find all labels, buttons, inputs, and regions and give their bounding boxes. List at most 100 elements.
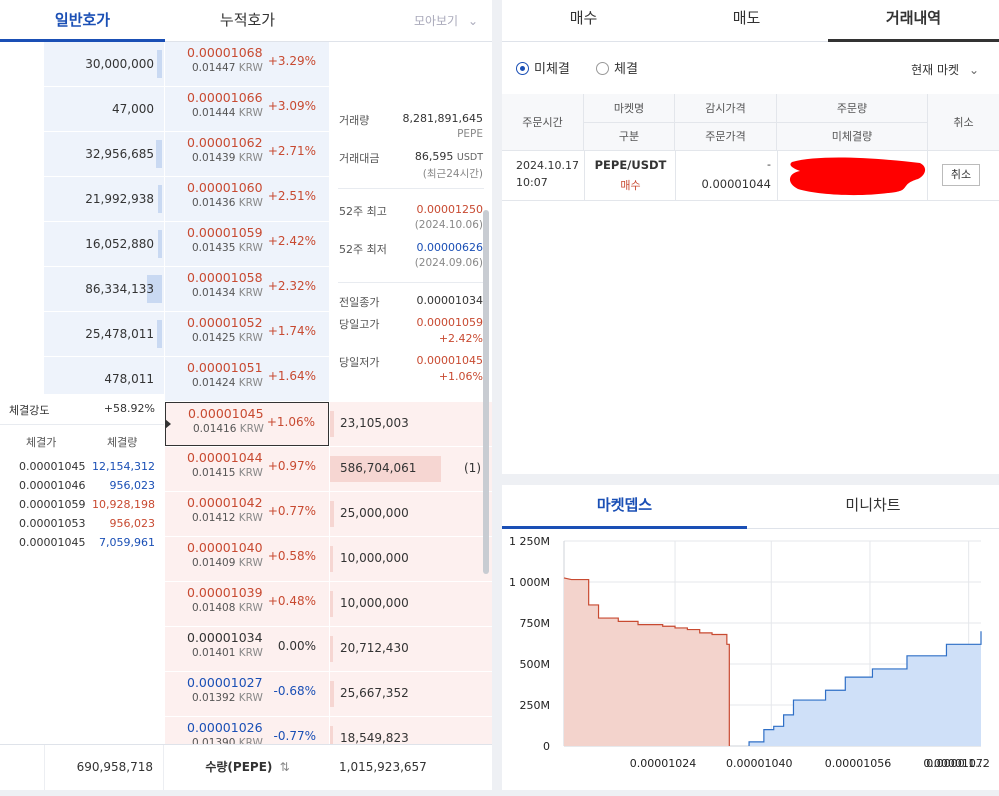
ask-volume-bar xyxy=(157,320,162,348)
bid-volume: 25,000,000 xyxy=(340,506,409,520)
orderbook-scrollbar[interactable] xyxy=(483,210,489,574)
gather-view-dropdown[interactable]: 모아보기 ⌄ xyxy=(414,12,478,29)
qty-label: 수량(PEPE) xyxy=(205,760,273,774)
amount-note: (최근24시간) xyxy=(422,168,483,180)
bid-total: 1,015,923,657 xyxy=(339,760,427,774)
order-price: 0.00001044 xyxy=(701,177,771,191)
ask-volume-cell: 25,478,011 xyxy=(44,312,164,356)
orderbook-footer: 690,958,718 수량(PEPE) ⇅ 1,015,923,657 xyxy=(0,744,492,790)
y-tick-label: 1 250M xyxy=(509,535,550,548)
bid-price: 0.00001040 xyxy=(187,540,263,555)
market-depth-chart: 1 250M 1 000M 750M 500M 250M 0 0.00001024 0.000… xyxy=(509,535,990,770)
volume-value: 8,281,891,645 xyxy=(402,112,483,125)
krw-unit: KRW xyxy=(238,737,263,744)
bid-price: 0.00001034 xyxy=(187,630,263,645)
ask-price-cell[interactable]: 0.00001060 0.01436 KRW +2.51% xyxy=(165,177,329,221)
bid-price-cell[interactable]: 0.00001034 0.01401 KRW 0.00% xyxy=(165,627,329,671)
bid-volume-bar xyxy=(330,591,333,617)
bid-price-cell[interactable]: 0.00001042 0.01412 KRW +0.77% xyxy=(165,492,329,536)
bid-volume-cell: 25,667,352 xyxy=(330,672,492,716)
header-type: 구분 xyxy=(584,123,675,151)
header-time: 주문시간 xyxy=(502,94,584,151)
radio-unfilled[interactable]: 미체결 xyxy=(516,62,570,77)
bid-volume: 20,712,430 xyxy=(340,641,409,655)
tab-buy[interactable]: 매수 xyxy=(502,0,665,42)
tab-sell[interactable]: 매도 xyxy=(665,0,828,42)
trade-qty-header: 체결량 xyxy=(107,436,138,449)
x-tick-label: 0.00001056 xyxy=(825,757,891,770)
bid-price-cell[interactable]: 0.00001027 0.01392 KRW -0.68% xyxy=(165,672,329,716)
ask-krw: 0.01435 KRW xyxy=(192,242,263,254)
bid-price-cell[interactable]: 0.00001045 0.01416 KRW +1.06% xyxy=(165,402,329,446)
tab-market-depth[interactable]: 마켓뎁스 xyxy=(502,485,747,529)
bid-volume: 18,549,823 xyxy=(340,731,409,744)
ask-volume-bar xyxy=(158,185,162,213)
ask-price-cell[interactable]: 0.00001062 0.01439 KRW +2.71% xyxy=(165,132,329,176)
chevron-down-icon: ⌄ xyxy=(467,14,478,28)
price-cell: - 0.00001044 xyxy=(675,151,777,201)
market-cell: PEPE/USDT 매수 xyxy=(584,151,675,201)
ask-price: 0.00001066 xyxy=(187,90,263,105)
strength-value: +58.92% xyxy=(103,402,155,415)
order-row: 2024.10.17 10:07 PEPE/USDT 매수 - 0.000010… xyxy=(502,151,999,201)
trade-row: 0.00001046 956,023 xyxy=(0,479,164,497)
radio-off-icon xyxy=(596,62,610,75)
ask-price-cell[interactable]: 0.00001052 0.01425 KRW +1.74% xyxy=(165,312,329,356)
bid-krw: 0.01416 KRW xyxy=(193,423,264,435)
bid-volume: 10,000,000 xyxy=(340,551,409,565)
y-tick-label: 750M xyxy=(520,617,551,630)
krw-unit: KRW xyxy=(238,332,263,344)
order-type: 매수 xyxy=(620,179,641,192)
ask-volume: 16,052,880 xyxy=(85,237,154,251)
redaction-mark xyxy=(789,157,926,196)
krw-unit: KRW xyxy=(238,512,263,524)
bid-krw: 0.01412 KRW xyxy=(192,512,263,524)
ask-price-cell[interactable]: 0.00001068 0.01447 KRW +3.29% xyxy=(165,42,329,86)
ask-volume: 478,011 xyxy=(104,372,154,386)
y-tick-label: 500M xyxy=(520,658,551,671)
bid-volume-bar xyxy=(330,411,335,437)
cancel-order-button[interactable]: 취소 xyxy=(942,164,980,186)
ask-change-pct: +3.09% xyxy=(267,99,316,113)
tab-mini-chart[interactable]: 미니차트 xyxy=(747,485,999,529)
radio-on-icon xyxy=(516,62,529,75)
bid-price-cell[interactable]: 0.00001044 0.01415 KRW +0.97% xyxy=(165,447,329,491)
order-filter: 미체결 체결 xyxy=(516,58,638,77)
tab-normal-orderbook[interactable]: 일반호가 xyxy=(0,0,165,42)
orderbook-panel: 일반호가 누적호가 모아보기 ⌄ 30,000,000 0.00001068 0.0… xyxy=(0,0,492,790)
bid-change-pct: -0.77% xyxy=(273,729,316,743)
ask-price-cell[interactable]: 0.00001066 0.01444 KRW +3.09% xyxy=(165,87,329,131)
current-price-arrow-icon xyxy=(165,419,171,429)
chevron-down-icon: ⌄ xyxy=(968,63,979,77)
header-unfilled-qty: 미체결량 xyxy=(777,123,928,151)
bid-volume: 586,704,061 xyxy=(340,461,417,475)
ask-volume: 86,334,133 xyxy=(85,282,154,296)
ask-price-cell[interactable]: 0.00001058 0.01434 KRW +2.32% xyxy=(165,267,329,311)
ask-volume-bar xyxy=(156,140,162,168)
trade-strength-box: 체결강도 +58.92% 체결가 체결량 0.00001045 12,154,31… xyxy=(0,394,164,744)
qty-toggle[interactable]: 수량(PEPE) ⇅ xyxy=(165,745,330,790)
divider xyxy=(338,282,484,283)
market-filter-label: 현재 마켓 xyxy=(911,63,960,77)
krw-unit: KRW xyxy=(238,152,263,164)
strength-label: 체결강도 xyxy=(9,404,50,417)
ask-krw: 0.01425 KRW xyxy=(192,332,263,344)
krw-unit: KRW xyxy=(238,377,263,389)
tab-history[interactable]: 거래내역 xyxy=(828,0,999,42)
y-tick-label: 0 xyxy=(543,740,550,753)
order-date: 2024.10.17 xyxy=(516,159,579,172)
radio-filled[interactable]: 체결 xyxy=(596,62,638,77)
bid-price-cell[interactable]: 0.00001040 0.01409 KRW +0.58% xyxy=(165,537,329,581)
low52-date: (2024.09.06) xyxy=(414,257,483,269)
ask-volume-cell: 86,334,133 xyxy=(44,267,164,311)
bid-price: 0.00001045 xyxy=(188,406,264,421)
ask-change-pct: +2.71% xyxy=(267,144,316,158)
bid-price-cell[interactable]: 0.00001026 0.01390 KRW -0.77% xyxy=(165,717,329,744)
ask-price-cell[interactable]: 0.00001051 0.01424 KRW +1.64% xyxy=(165,357,329,401)
ask-price-cell[interactable]: 0.00001059 0.01435 KRW +2.42% xyxy=(165,222,329,266)
bid-price-cell[interactable]: 0.00001039 0.01408 KRW +0.48% xyxy=(165,582,329,626)
gather-view-label: 모아보기 xyxy=(413,14,459,28)
tab-cumulative-orderbook[interactable]: 누적호가 xyxy=(165,0,330,42)
bid-krw: 0.01409 KRW xyxy=(192,557,263,569)
market-filter-dropdown[interactable]: 현재 마켓 ⌄ xyxy=(911,61,979,78)
